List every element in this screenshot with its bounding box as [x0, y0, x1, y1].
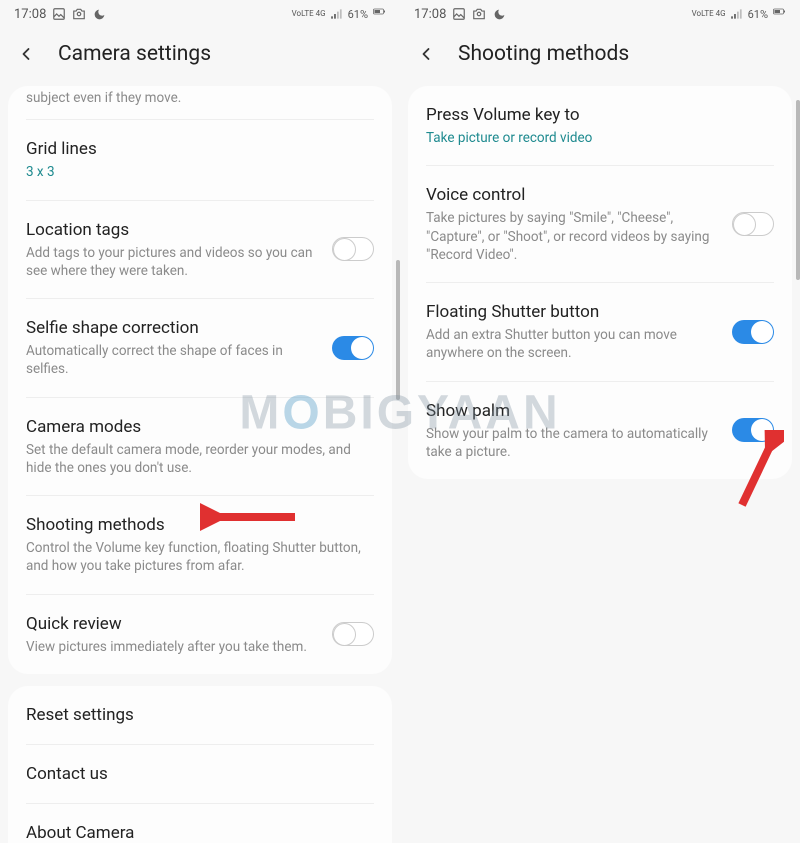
show-palm-toggle[interactable]: [732, 418, 774, 442]
battery-icon: [772, 7, 786, 21]
selfie-shape-sub: Automatically correct the shape of faces…: [26, 342, 322, 378]
voice-control-title: Voice control: [426, 184, 722, 206]
list-item-reset[interactable]: Reset settings: [26, 686, 374, 745]
selfie-shape-toggle[interactable]: [332, 336, 374, 360]
battery-text: 61%: [748, 8, 768, 21]
volume-key-title: Press Volume key to: [426, 104, 774, 126]
header: Camera settings: [0, 28, 400, 86]
list-item-show-palm[interactable]: Show palm Show your palm to the camera t…: [426, 382, 774, 480]
list-item-volume-key[interactable]: Press Volume key to Take picture or reco…: [426, 86, 774, 166]
list-item-camera-modes[interactable]: Camera modes Set the default camera mode…: [26, 398, 374, 497]
show-palm-title: Show palm: [426, 400, 722, 422]
shooting-methods-title: Shooting methods: [26, 514, 374, 536]
shooting-methods-sub: Control the Volume key function, floatin…: [26, 539, 374, 575]
contact-title: Contact us: [26, 763, 108, 785]
floating-shutter-sub: Add an extra Shutter button you can move…: [426, 326, 722, 362]
back-icon[interactable]: [416, 44, 436, 64]
network-label: VoLTE 4G: [692, 10, 726, 18]
signal-icon: [730, 7, 744, 21]
back-icon[interactable]: [16, 44, 36, 64]
header: Shooting methods: [400, 28, 800, 86]
moon-icon: [492, 7, 506, 21]
signal-icon: [330, 7, 344, 21]
location-tags-sub: Add tags to your pictures and videos so …: [26, 244, 322, 280]
about-title: About Camera: [26, 822, 134, 843]
quick-review-title: Quick review: [26, 613, 322, 635]
voice-control-toggle[interactable]: [732, 212, 774, 236]
location-tags-toggle[interactable]: [332, 237, 374, 261]
list-item-voice-control[interactable]: Voice control Take pictures by saying "S…: [426, 166, 774, 283]
reset-title: Reset settings: [26, 704, 134, 726]
page-title: Shooting methods: [458, 42, 629, 66]
camera-modes-title: Camera modes: [26, 416, 374, 438]
settings-card: Press Volume key to Take picture or reco…: [408, 86, 792, 479]
show-palm-sub: Show your palm to the camera to automati…: [426, 425, 722, 461]
floating-shutter-toggle[interactable]: [732, 320, 774, 344]
list-item-shooting-methods[interactable]: Shooting methods Control the Volume key …: [26, 496, 374, 595]
status-bar: 17:08 VoLTE 4G 61%: [0, 0, 400, 28]
grid-lines-value: 3 x 3: [26, 163, 374, 181]
quick-review-toggle[interactable]: [332, 622, 374, 646]
selfie-shape-title: Selfie shape correction: [26, 317, 322, 339]
status-bar: 17:08 VoLTE 4G 61%: [400, 0, 800, 28]
location-tags-title: Location tags: [26, 219, 322, 241]
moon-icon: [92, 7, 106, 21]
voice-control-sub: Take pictures by saying "Smile", "Cheese…: [426, 209, 722, 264]
partial-sub: subject even if they move.: [26, 89, 374, 107]
right-screenshot: 17:08 VoLTE 4G 61% Shooting methods Pres…: [400, 0, 800, 843]
list-item-quick-review[interactable]: Quick review View pictures immediately a…: [26, 595, 374, 674]
battery-text: 61%: [348, 8, 368, 21]
battery-icon: [372, 7, 386, 21]
list-item-contact[interactable]: Contact us: [26, 745, 374, 804]
image-icon: [452, 7, 466, 21]
list-item-about[interactable]: About Camera: [26, 804, 374, 843]
quick-review-sub: View pictures immediately after you take…: [26, 638, 322, 656]
status-time: 17:08: [414, 7, 446, 22]
list-item-location-tags[interactable]: Location tags Add tags to your pictures …: [26, 201, 374, 300]
camera-icon: [472, 7, 486, 21]
page-title: Camera settings: [58, 42, 211, 66]
settings-card-2: Reset settings Contact us About Camera: [8, 686, 392, 843]
list-item-floating-shutter[interactable]: Floating Shutter button Add an extra Shu…: [426, 283, 774, 382]
list-item-grid-lines[interactable]: Grid lines 3 x 3: [26, 120, 374, 200]
settings-card-1: subject even if they move. Grid lines 3 …: [8, 86, 392, 674]
camera-modes-sub: Set the default camera mode, reorder you…: [26, 441, 374, 477]
network-label: VoLTE 4G: [292, 10, 326, 18]
camera-icon: [72, 7, 86, 21]
list-item-selfie-shape[interactable]: Selfie shape correction Automatically co…: [26, 299, 374, 398]
image-icon: [52, 7, 66, 21]
list-item-partial[interactable]: subject even if they move.: [26, 86, 374, 120]
floating-shutter-title: Floating Shutter button: [426, 301, 722, 323]
scrollbar[interactable]: [796, 100, 800, 280]
left-screenshot: 17:08 VoLTE 4G 61% Camera sett: [0, 0, 400, 843]
status-time: 17:08: [14, 7, 46, 22]
volume-key-value: Take picture or record video: [426, 129, 774, 147]
grid-lines-title: Grid lines: [26, 138, 374, 160]
